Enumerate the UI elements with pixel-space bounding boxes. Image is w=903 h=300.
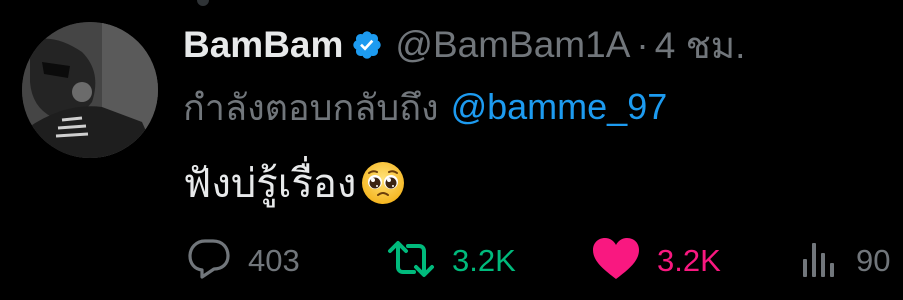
like-button[interactable]: 3.2K <box>591 236 721 286</box>
views-button[interactable]: 90 <box>800 236 890 286</box>
tweet-text: ฟังบ่รู้เรื่อง <box>183 162 357 206</box>
tweet-header: BamBam @BamBam1A · 4 ชม. <box>183 20 745 70</box>
like-count: 3.2K <box>657 243 721 278</box>
reply-mention-link[interactable]: @bamme_97 <box>451 86 668 128</box>
replying-to-line: กำลังตอบกลับถึง @bamme_97 <box>183 84 667 130</box>
retweet-count: 3.2K <box>452 243 516 278</box>
timestamp[interactable]: 4 ชม. <box>655 16 746 75</box>
user-handle[interactable]: @BamBam1A <box>395 24 630 66</box>
verified-badge-icon <box>351 29 383 61</box>
reply-count: 403 <box>248 243 300 278</box>
replying-to-label: กำลังตอบกลับถึง <box>183 86 439 128</box>
pleading-face-emoji-icon <box>360 160 406 206</box>
tweet-body: ฟังบ่รู้เรื่อง <box>183 155 406 211</box>
reply-button[interactable]: 403 <box>186 236 300 286</box>
retweet-icon[interactable] <box>386 239 436 284</box>
separator-dot: · <box>636 24 649 65</box>
views-bar-icon[interactable] <box>800 239 840 284</box>
thread-line-dot <box>197 0 209 6</box>
avatar[interactable] <box>22 22 158 158</box>
retweet-button[interactable]: 3.2K <box>386 236 516 286</box>
views-count: 90 <box>856 243 891 278</box>
heart-icon[interactable] <box>591 237 641 286</box>
reply-bubble-icon[interactable] <box>186 237 232 286</box>
avatar-image <box>22 22 158 158</box>
display-name[interactable]: BamBam <box>183 24 343 66</box>
